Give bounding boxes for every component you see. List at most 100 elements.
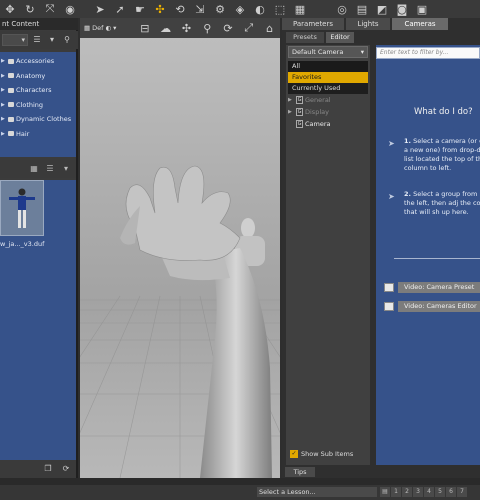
filter-item-favorites[interactable]: Favorites [288,72,368,83]
page-button[interactable]: 1 [391,487,401,497]
scene-icon[interactable]: ◩ [372,0,392,18]
tab-parameters[interactable]: Parameters [282,18,344,30]
category-item[interactable]: ▶ Clothing [0,98,76,113]
expand-arrow-icon[interactable]: ▶ [1,131,6,137]
camera-select-dropdown[interactable]: Default Camera ▾ [288,46,368,58]
category-item[interactable]: ▶ Hair [0,127,76,142]
pan-icon[interactable]: ✣ [176,18,197,38]
pane-tabs: Parameters Lights Cameras [282,18,480,30]
category-label: Accessories [16,57,55,66]
surface-tool-icon[interactable]: ◐ [250,0,270,18]
camera-toolbar-icon[interactable]: ◙ [392,0,412,18]
expand-arrow-icon[interactable]: ▶ [288,109,294,115]
tab-cameras[interactable]: Cameras [392,18,448,30]
group-label: General [305,96,331,104]
rotate-view-icon[interactable]: ⟳ [218,18,239,38]
expand-arrow-icon[interactable]: ▶ [1,73,6,79]
asset-thumbnail[interactable] [0,180,44,236]
tab-lights[interactable]: Lights [346,18,390,30]
render-icon[interactable]: ◎ [332,0,352,18]
refresh-icon[interactable]: ⟳ [60,463,72,475]
window-icon[interactable]: ▣ [412,0,432,18]
expand-arrow-icon[interactable]: ▶ [1,116,6,122]
filter-list: All Favorites Currently Used ▶ G General… [288,61,368,130]
group-general[interactable]: ▶ G General [288,94,368,106]
group-camera[interactable]: G Camera [288,118,368,130]
category-label: Anatomy [16,71,46,80]
search-icon[interactable]: ⚲ [61,34,73,46]
video-cameras-editor-button[interactable]: Video: Cameras Editor [384,301,480,312]
main-toolbar: ✥ ↻ ⤧ ◉ ➤ ➚ ☛ ✣ ⟲ ⇲ ⚙ ◈ ◐ ⬚ ▦ ◎ ▤ ◩ ◙ ▣ [0,0,480,18]
page-button[interactable]: 7 [457,487,467,497]
copy-icon[interactable]: ❐ [42,463,54,475]
lesson-list-icon[interactable]: ▤ [380,487,390,497]
aux-view-icon[interactable]: ⊟ [134,18,155,38]
grid-view-icon[interactable]: ▦ [28,163,40,175]
joint-editor-icon[interactable]: ⚙ [210,0,230,18]
list-view-icon[interactable]: ☰ [44,163,56,175]
render-settings-icon[interactable]: ▦ [290,0,310,18]
group-label: Camera [305,120,331,128]
spot-render-icon[interactable]: ⬚ [270,0,290,18]
list-view-icon[interactable]: ☰ [31,34,43,46]
expand-arrow-icon[interactable]: ▶ [1,58,6,64]
orbit-icon[interactable]: ☁ [155,18,176,38]
rotate-tool-icon[interactable]: ↻ [20,0,40,18]
group-display[interactable]: ▶ G Display [288,106,368,118]
page-button[interactable]: 5 [435,487,445,497]
page-button[interactable]: 2 [402,487,412,497]
scale-tool-2-icon[interactable]: ⇲ [190,0,210,18]
select-arrow-icon[interactable]: ➤ [90,0,110,18]
category-item[interactable]: ▶ Accessories [0,54,76,69]
show-sub-items-toggle[interactable]: ✓ Show Sub Items [290,450,353,458]
checkbox-checked-icon[interactable]: ✓ [290,450,298,458]
category-label: Characters [16,86,52,95]
subtab-presets[interactable]: Presets [286,32,324,43]
category-item[interactable]: ▶ Characters [0,83,76,98]
category-item[interactable]: ▶ Dynamic Clothes [0,112,76,127]
bottom-strip [0,478,480,485]
chevron-down-icon[interactable]: ▾ [60,163,72,175]
folder-dropdown[interactable]: ▾ [2,34,28,46]
universal-move-icon[interactable]: ✣ [150,0,170,18]
category-item[interactable]: ▶ Anatomy [0,69,76,84]
page-button[interactable]: 4 [424,487,434,497]
pointer-icon: ➤ [388,192,395,201]
timeline-icon[interactable]: ▤ [352,0,372,18]
chevron-down-icon[interactable]: ▾ [46,34,58,46]
viewport-grid-icon: ▦ [84,24,91,32]
pointer-icon: ➤ [388,139,395,148]
show-sub-items-label: Show Sub Items [301,450,354,458]
zoom-icon[interactable]: ⚲ [197,18,218,38]
category-label: Dynamic Clothes [16,115,72,124]
lesson-select[interactable]: Select a Lesson... [257,487,377,497]
home-icon[interactable]: ⌂ [259,18,280,38]
view-tool-icon[interactable]: ◉ [60,0,80,18]
page-button[interactable]: 6 [446,487,456,497]
3d-viewport[interactable]: ▦ Def ◐ ▾ ⊟ ☁ ✣ ⚲ ⟳ ⤢ ⌂ [80,18,280,478]
filter-input[interactable]: Enter text to filter by... [376,47,480,59]
divider [394,258,480,259]
expand-arrow-icon[interactable]: ▶ [1,87,6,93]
cameras-pane: Parameters Lights Cameras Presets Editor… [282,18,480,478]
page-button[interactable]: 3 [413,487,423,497]
universal-tool-icon[interactable]: ✥ [0,0,20,18]
drawstyle-select[interactable]: ▦ Def ◐ ▾ [80,24,134,32]
expand-arrow-icon[interactable]: ▶ [288,97,294,103]
tab-tips[interactable]: Tips [285,467,315,477]
expand-arrow-icon[interactable]: ▶ [1,102,6,108]
folder-icon [8,116,14,122]
scale-tool-icon[interactable]: ⤧ [40,0,60,18]
subtab-editor[interactable]: Editor [326,32,354,43]
filter-item-currently-used[interactable]: Currently Used [288,83,368,94]
geometry-editor-icon[interactable]: ◈ [230,0,250,18]
video-camera-presets-button[interactable]: Video: Camera Preset [384,282,480,293]
hand-tool-icon[interactable]: ☛ [130,0,150,18]
rotate-tool-2-icon[interactable]: ⟲ [170,0,190,18]
chevron-down-icon: ▾ [360,48,364,56]
group-icon: G [296,108,303,116]
filter-item-all[interactable]: All [288,61,368,72]
node-select-icon[interactable]: ➚ [110,0,130,18]
frame-icon[interactable]: ⤢ [238,18,259,38]
content-library-tab[interactable]: nt Content [0,18,78,30]
